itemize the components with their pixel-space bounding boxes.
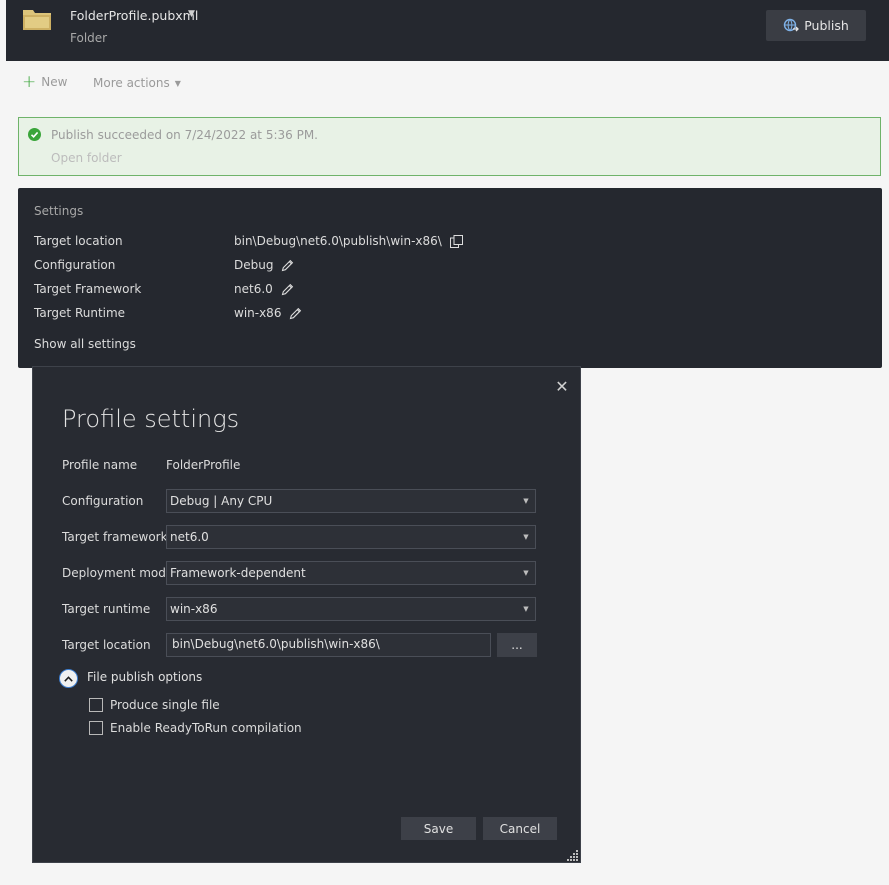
profile-name-label: Profile name xyxy=(62,458,138,472)
chevron-up-icon xyxy=(64,675,73,682)
configuration-text: Debug xyxy=(234,258,274,272)
produce-single-file-label[interactable]: Produce single file xyxy=(110,698,220,712)
target-framework-label: Target Framework xyxy=(34,282,142,296)
chevron-down-icon: ▼ xyxy=(523,533,529,541)
settings-panel: Settings Target location bin\Debug\net6.… xyxy=(18,188,882,368)
target-runtime-label: Target Runtime xyxy=(34,306,126,320)
profile-header: FolderProfile.pubxml ▼ Folder Publish xyxy=(6,0,889,61)
publish-button[interactable]: Publish xyxy=(766,10,866,41)
profile-type-label: Folder xyxy=(70,31,108,45)
plus-icon: + xyxy=(22,72,37,92)
open-folder-link[interactable]: Open folder xyxy=(51,151,122,165)
edit-runtime-icon[interactable] xyxy=(289,307,302,320)
publish-status-banner: Publish succeeded on 7/24/2022 at 5:36 P… xyxy=(18,117,881,176)
target-runtime-selected: win-x86 xyxy=(170,602,218,616)
readytorun-label[interactable]: Enable ReadyToRun compilation xyxy=(110,721,302,735)
new-label: New xyxy=(41,75,68,89)
target-location-label: Target location xyxy=(62,638,151,652)
produce-single-file-checkbox[interactable] xyxy=(89,698,103,712)
chevron-down-icon[interactable]: ▼ xyxy=(188,9,195,19)
configuration-value: Debug xyxy=(234,258,294,272)
profile-settings-dialog: ✕ Profile settings Profile name FolderPr… xyxy=(32,366,581,863)
new-profile-button[interactable]: + New xyxy=(22,72,68,92)
save-button[interactable]: Save xyxy=(401,817,476,840)
publish-globe-icon xyxy=(784,18,800,31)
publish-button-label: Publish xyxy=(804,18,849,33)
folder-icon xyxy=(23,10,51,30)
file-publish-options-heading: File publish options xyxy=(87,670,203,684)
resize-grip-icon[interactable] xyxy=(567,850,579,862)
chevron-down-icon: ▼ xyxy=(174,78,181,88)
chevron-down-icon: ▼ xyxy=(523,569,529,577)
configuration-dropdown[interactable]: Debug | Any CPU ▼ xyxy=(166,489,536,513)
target-location-text: bin\Debug\net6.0\publish\win-x86\ xyxy=(234,234,442,248)
show-all-settings-link[interactable]: Show all settings xyxy=(34,337,136,351)
copy-icon[interactable] xyxy=(449,234,463,248)
deployment-mode-label: Deployment mode xyxy=(62,566,174,580)
profile-name-value: FolderProfile xyxy=(166,458,241,472)
success-check-icon xyxy=(28,128,41,141)
publish-status-text: Publish succeeded on 7/24/2022 at 5:36 P… xyxy=(51,128,318,142)
more-actions-menu[interactable]: More actions ▼ xyxy=(93,76,181,90)
target-framework-dropdown[interactable]: net6.0 ▼ xyxy=(166,525,536,549)
target-framework-text: net6.0 xyxy=(234,282,273,296)
chevron-down-icon: ▼ xyxy=(523,605,529,613)
settings-title: Settings xyxy=(34,204,84,218)
profile-selector[interactable]: FolderProfile.pubxml xyxy=(70,8,198,23)
configuration-label: Configuration xyxy=(62,494,144,508)
target-runtime-text: win-x86 xyxy=(234,306,282,320)
target-location-input[interactable]: bin\Debug\net6.0\publish\win-x86\ xyxy=(166,633,491,657)
configuration-selected: Debug | Any CPU xyxy=(170,494,273,508)
target-framework-selected: net6.0 xyxy=(170,530,209,544)
target-framework-value: net6.0 xyxy=(234,282,294,296)
dialog-title: Profile settings xyxy=(62,405,240,433)
deployment-mode-dropdown[interactable]: Framework-dependent ▼ xyxy=(166,561,536,585)
collapse-toggle-button[interactable] xyxy=(59,669,78,688)
target-framework-label: Target framework xyxy=(62,530,168,544)
target-runtime-value: win-x86 xyxy=(234,306,302,320)
edit-framework-icon[interactable] xyxy=(281,283,294,296)
target-runtime-label: Target runtime xyxy=(62,602,151,616)
target-runtime-dropdown[interactable]: win-x86 ▼ xyxy=(166,597,536,621)
target-location-value: bin\Debug\net6.0\publish\win-x86\ xyxy=(234,234,463,248)
target-location-label: Target location xyxy=(34,234,123,248)
configuration-label: Configuration xyxy=(34,258,116,272)
browse-button[interactable]: ... xyxy=(497,633,537,657)
cancel-button[interactable]: Cancel xyxy=(483,817,557,840)
edit-configuration-icon[interactable] xyxy=(281,259,294,272)
readytorun-checkbox[interactable] xyxy=(89,721,103,735)
more-actions-label: More actions xyxy=(93,76,170,90)
deployment-mode-selected: Framework-dependent xyxy=(170,566,306,580)
close-icon[interactable]: ✕ xyxy=(551,375,573,397)
chevron-down-icon: ▼ xyxy=(523,497,529,505)
